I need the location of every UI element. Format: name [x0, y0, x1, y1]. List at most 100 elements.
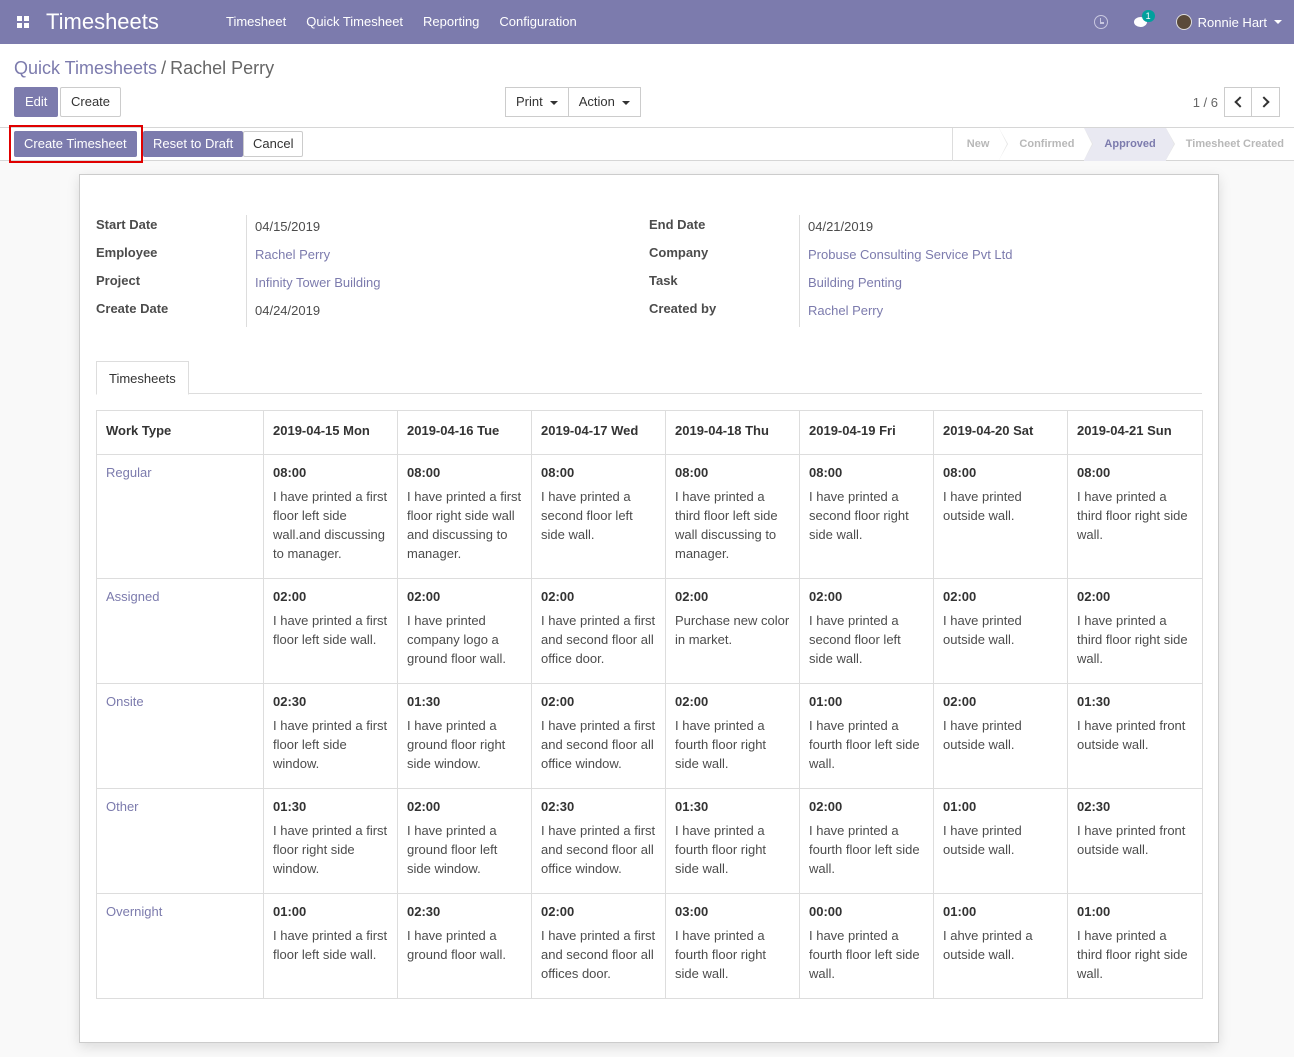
breadcrumb-parent[interactable]: Quick Timesheets — [14, 58, 157, 78]
cell-description: I have printed a first and second floor … — [541, 718, 656, 771]
control-panel: Quick Timesheets / Rachel Perry Edit Creat… — [0, 44, 1294, 128]
table-row: Other 01:30 I have printed a first floor r… — [96, 788, 1203, 894]
cell-description: I have printed a first and second floor … — [541, 613, 656, 666]
column-header-day: 2019-04-15 Mon — [263, 410, 398, 455]
cell-description: I have printed a fourth floor right side… — [675, 928, 767, 981]
cell-description: I have printed a fourth floor right side… — [675, 718, 767, 771]
cell-hours: 02:30 — [541, 799, 575, 814]
create-button[interactable]: Create — [60, 87, 122, 117]
clock-icon[interactable] — [1093, 15, 1108, 29]
start-date-value: 04/15/2019 — [246, 215, 320, 243]
cell-description: Purchase new color in market. — [675, 613, 790, 647]
print-dropdown[interactable]: Print — [505, 87, 569, 117]
work-type-link[interactable]: Overnight — [96, 893, 264, 999]
cell-description: I have printed a first floor left side w… — [273, 613, 388, 647]
menu-item-configuration[interactable]: Configuration — [489, 0, 586, 44]
timesheet-cell: 02:30 I have printed a first and second f… — [531, 788, 666, 894]
stage-timesheet-created[interactable]: Timesheet Created — [1166, 128, 1294, 161]
menu-item-quick-timesheet[interactable]: Quick Timesheet — [296, 0, 413, 44]
cell-description: I have printed a ground floor wall. — [407, 928, 506, 962]
column-header-day: 2019-04-16 Tue — [397, 410, 532, 455]
timesheet-cell: 02:30 I have printed a ground floor wall. — [397, 893, 532, 999]
action-dropdown[interactable]: Action — [568, 87, 641, 117]
company-link[interactable]: Probuse Consulting Service Pvt Ltd — [799, 243, 1013, 271]
table-row: Assigned 02:00 I have printed a first floo… — [96, 578, 1203, 684]
column-header-day: 2019-04-21 Sun — [1067, 410, 1203, 455]
project-link[interactable]: Infinity Tower Building — [246, 271, 381, 299]
navbar-systray: 1 Ronnie Hart — [1093, 0, 1294, 44]
cell-hours: 01:00 — [273, 904, 307, 919]
timesheet-cell: 02:00 I have printed outside wall. — [933, 578, 1068, 684]
pager-value[interactable]: 1 / 6 — [1193, 95, 1218, 110]
end-date-label: End Date — [649, 217, 706, 232]
field-group-left: Start Date 04/15/2019 Employee Rachel Perr… — [96, 215, 381, 327]
cell-description: I have printed outside wall. — [943, 718, 1022, 752]
timesheet-cell: 02:00 I have printed a first and second f… — [531, 683, 666, 789]
cell-hours: 02:00 — [943, 589, 977, 604]
chat-icon[interactable]: 1 — [1133, 10, 1155, 28]
timesheet-cell: 01:30 I have printed front outside wall. — [1067, 683, 1203, 789]
pager-previous-button[interactable] — [1224, 87, 1252, 117]
cell-hours: 08:00 — [809, 465, 843, 480]
cell-hours: 02:30 — [407, 904, 441, 919]
employee-link[interactable]: Rachel Perry — [246, 243, 330, 271]
sidebar-actions: Print Action — [505, 87, 641, 117]
work-type-link[interactable]: Assigned — [96, 578, 264, 684]
cell-hours: 08:00 — [675, 465, 709, 480]
timesheet-cell: 02:00 I have printed a first floor left s… — [263, 578, 398, 684]
pager-next-button[interactable] — [1252, 87, 1280, 117]
created-by-label: Created by — [649, 301, 717, 316]
created-by-link[interactable]: Rachel Perry — [799, 299, 883, 327]
menu-item-reporting[interactable]: Reporting — [413, 0, 489, 44]
print-label: Print — [516, 94, 543, 109]
table-row: Overnight 01:00 I have printed a first flo… — [96, 893, 1203, 999]
user-menu[interactable]: Ronnie Hart — [1175, 14, 1282, 30]
chevron-left-icon — [1233, 96, 1246, 108]
stage-new[interactable]: New — [953, 128, 1009, 161]
timesheet-cell: 02:00 I have printed outside wall. — [933, 683, 1068, 789]
cell-hours: 02:00 — [943, 694, 977, 709]
column-header-day: 2019-04-20 Sat — [933, 410, 1068, 455]
stage-approved[interactable]: Approved — [1084, 128, 1175, 161]
reset-to-draft-button[interactable]: Reset to Draft — [143, 131, 244, 157]
cell-description: I have printed a ground floor left side … — [407, 823, 498, 876]
cell-description: I have printed front outside wall. — [1077, 718, 1186, 752]
cell-hours: 03:00 — [675, 904, 709, 919]
timesheet-cell: 02:00 I have printed a ground floor left … — [397, 788, 532, 894]
form-sheet: Start Date 04/15/2019 Employee Rachel Perr… — [79, 174, 1219, 1043]
edit-button[interactable]: Edit — [14, 87, 59, 117]
timesheet-cell: 02:00 I have printed a first and second f… — [531, 893, 666, 999]
timesheet-cell: 02:00 I have printed company logo a groun… — [397, 578, 532, 684]
cell-hours: 02:00 — [675, 589, 709, 604]
column-header-day: 2019-04-17 Wed — [531, 410, 666, 455]
cell-description: I have printed a ground floor right side… — [407, 718, 506, 771]
cell-description: I have printed a third floor right side … — [1077, 613, 1188, 666]
timesheet-cell: 01:00 I have printed outside wall. — [933, 788, 1068, 894]
task-link[interactable]: Building Penting — [799, 271, 902, 299]
caret-down-icon — [1274, 20, 1282, 24]
timesheet-cell: 08:00 I have printed a first floor left s… — [263, 454, 398, 579]
stage-label: Confirmed — [1019, 138, 1075, 150]
create-timesheet-button[interactable]: Create Timesheet — [14, 131, 137, 157]
table-row: Regular 08:00 I have printed a first floor… — [96, 454, 1203, 579]
cell-description: I have printed a third floor left side w… — [675, 489, 778, 561]
timesheet-cell: 02:00 I have printed a first and second f… — [531, 578, 666, 684]
cell-hours: 02:00 — [541, 589, 575, 604]
timesheet-cell: 08:00 I have printed a first floor right … — [397, 454, 532, 579]
cell-description: I have printed outside wall. — [943, 489, 1022, 523]
cell-description: I have printed a first floor left side w… — [273, 718, 388, 771]
task-label: Task — [649, 273, 678, 288]
work-type-link[interactable]: Other — [96, 788, 264, 894]
menu-item-timesheet[interactable]: Timesheet — [216, 0, 296, 44]
work-type-link[interactable]: Onsite — [96, 683, 264, 789]
cell-description: I have printed a first floor left side w… — [273, 489, 388, 561]
tab-timesheets[interactable]: Timesheets — [96, 361, 189, 395]
stage-confirmed[interactable]: Confirmed — [999, 128, 1094, 161]
caret-down-icon — [621, 100, 630, 105]
work-type-link[interactable]: Regular — [96, 454, 264, 579]
table-row: Onsite 02:30 I have printed a first floor … — [96, 683, 1203, 789]
cancel-button[interactable]: Cancel — [243, 131, 304, 157]
apps-menu-icon[interactable] — [0, 0, 46, 44]
stage-label: Approved — [1104, 138, 1156, 150]
timesheet-cell: 01:00 I have printed a third floor right … — [1067, 893, 1203, 999]
